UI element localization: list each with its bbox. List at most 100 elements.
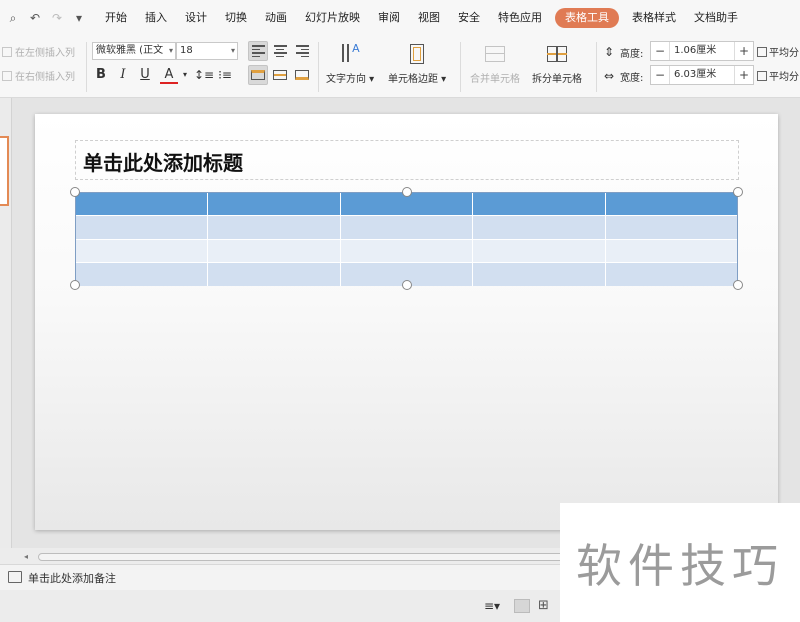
align-right-icon[interactable] bbox=[292, 41, 312, 61]
resize-handle[interactable] bbox=[733, 280, 743, 290]
slide-thumbnail-pane bbox=[0, 98, 12, 548]
notes-toggle-icon[interactable]: ≡▾ bbox=[484, 599, 500, 613]
tab-11[interactable]: 表格样式 bbox=[623, 8, 685, 28]
insert-column-left-icon bbox=[2, 46, 12, 57]
align-left-icon[interactable] bbox=[248, 41, 268, 61]
width-value[interactable]: 6.03厘米 bbox=[669, 66, 735, 84]
align-top-icon[interactable] bbox=[248, 65, 268, 85]
table-cell[interactable] bbox=[606, 216, 737, 239]
ribbon-tabs: 开始 插入 设计 切换 动画 幻灯片放映 审阅 视图 安全 特色应用 表格工具 表格样式 文档助手 bbox=[96, 0, 747, 36]
table-cell[interactable] bbox=[208, 216, 341, 239]
tab-9[interactable]: 特色应用 bbox=[489, 8, 551, 28]
chevron-down-icon[interactable]: ▾ bbox=[176, 66, 194, 84]
text-direction-label: 文字方向 bbox=[326, 74, 366, 85]
align-center-icon[interactable] bbox=[270, 41, 290, 61]
resize-handle[interactable] bbox=[733, 187, 743, 197]
table-cell[interactable] bbox=[76, 216, 209, 239]
column-width-icon: ⇔ bbox=[603, 69, 615, 83]
cell-margin-button[interactable]: 单元格边距 ▾ bbox=[388, 42, 446, 85]
table-cell[interactable] bbox=[473, 193, 606, 215]
distribute-rows-icon bbox=[757, 46, 767, 57]
italic-icon[interactable]: I bbox=[114, 66, 132, 84]
tab-8[interactable]: 安全 bbox=[449, 8, 489, 28]
table-cell[interactable] bbox=[76, 263, 209, 286]
slide-canvas[interactable]: 单击此处添加标题 bbox=[35, 114, 778, 530]
distribute-rows-button[interactable]: 平均分 bbox=[757, 44, 799, 59]
align-bottom-icon[interactable] bbox=[292, 65, 312, 85]
height-label: 高度: bbox=[620, 49, 644, 60]
notes-pane[interactable]: 单击此处添加备注 bbox=[0, 564, 560, 590]
tab-7[interactable]: 视图 bbox=[409, 8, 449, 28]
tab-6[interactable]: 审阅 bbox=[369, 8, 409, 28]
tab-1[interactable]: 插入 bbox=[136, 8, 176, 28]
dropdown-icon[interactable]: ▾ bbox=[72, 11, 86, 25]
bold-icon[interactable]: B bbox=[92, 66, 110, 84]
merge-cells-button[interactable]: 合并单元格 bbox=[470, 42, 520, 85]
align-middle-icon[interactable] bbox=[270, 65, 290, 85]
tab-3[interactable]: 切换 bbox=[216, 8, 256, 28]
chevron-down-icon: ▾ bbox=[230, 46, 235, 55]
resize-handle[interactable] bbox=[70, 280, 80, 290]
insert-left-label: 在左侧插入列 bbox=[15, 48, 75, 59]
table-cell[interactable] bbox=[473, 240, 606, 262]
width-stepper[interactable]: − 6.03厘米 + bbox=[650, 65, 754, 85]
table-cell[interactable] bbox=[208, 193, 341, 215]
status-bar: ≡▾ ⊞ bbox=[0, 590, 560, 622]
distribute-cols-button[interactable]: 平均分 bbox=[757, 68, 799, 83]
table-cell[interactable] bbox=[473, 263, 606, 286]
resize-handle[interactable] bbox=[70, 187, 80, 197]
scroll-left-icon[interactable]: ◂ bbox=[24, 551, 28, 563]
undo-icon[interactable]: ↶ bbox=[28, 11, 42, 25]
resize-handle[interactable] bbox=[402, 280, 412, 290]
table-cell[interactable] bbox=[606, 240, 737, 262]
table-cell[interactable] bbox=[341, 216, 474, 239]
table-cell[interactable] bbox=[606, 193, 737, 215]
insert-left-button[interactable]: 在左侧插入列 bbox=[2, 44, 75, 59]
editing-workspace: 单击此处添加标题 bbox=[0, 98, 800, 548]
table-row bbox=[76, 215, 737, 239]
split-cells-button[interactable]: 拆分单元格 bbox=[532, 42, 582, 85]
print-preview-icon[interactable]: ⌕ bbox=[6, 11, 20, 25]
line-spacing-icon[interactable]: ↕≡ bbox=[194, 66, 214, 84]
text-direction-button[interactable]: A 文字方向 ▾ bbox=[326, 42, 374, 85]
tab-12[interactable]: 文档助手 bbox=[685, 8, 747, 28]
horizontal-scrollbar[interactable]: ◂ bbox=[22, 551, 582, 563]
bullet-list-icon[interactable]: ⁝≡ bbox=[216, 66, 234, 84]
tab-5[interactable]: 幻灯片放映 bbox=[296, 8, 369, 28]
height-stepper[interactable]: − 1.06厘米 + bbox=[650, 41, 754, 61]
table-cell[interactable] bbox=[76, 240, 209, 262]
plus-icon[interactable]: + bbox=[735, 66, 753, 84]
slide-thumbnail[interactable] bbox=[0, 136, 9, 206]
divider bbox=[86, 42, 87, 92]
table-cell[interactable] bbox=[76, 193, 209, 215]
merge-cells-label: 合并单元格 bbox=[470, 74, 520, 85]
underline-icon[interactable]: U bbox=[136, 66, 154, 84]
font-size-select[interactable]: 18 ▾ bbox=[176, 42, 238, 60]
title-placeholder[interactable]: 单击此处添加标题 bbox=[75, 140, 739, 180]
redo-icon[interactable]: ↷ bbox=[50, 11, 64, 25]
tab-4[interactable]: 动画 bbox=[256, 8, 296, 28]
table-cell[interactable] bbox=[341, 240, 474, 262]
split-cells-icon bbox=[545, 42, 569, 66]
ribbon-toolbar: 在左侧插入列 在右侧插入列 微软雅黑 (正文 ▾ 18 ▾ B I U A ▾ … bbox=[0, 36, 800, 98]
slide-table[interactable] bbox=[75, 192, 738, 286]
table-cell[interactable] bbox=[473, 216, 606, 239]
slide-sorter-icon[interactable]: ⊞ bbox=[538, 599, 554, 613]
tab-10[interactable]: 表格工具 bbox=[555, 8, 619, 28]
tab-0[interactable]: 开始 bbox=[96, 8, 136, 28]
table-cell[interactable] bbox=[208, 263, 341, 286]
font-name-select[interactable]: 微软雅黑 (正文 ▾ bbox=[92, 42, 176, 60]
font-name-value: 微软雅黑 (正文 bbox=[96, 45, 164, 56]
minus-icon[interactable]: − bbox=[651, 66, 669, 84]
height-value[interactable]: 1.06厘米 bbox=[669, 42, 735, 60]
tab-2[interactable]: 设计 bbox=[176, 8, 216, 28]
insert-right-button[interactable]: 在右侧插入列 bbox=[2, 68, 75, 83]
scrollbar-thumb[interactable] bbox=[38, 553, 578, 561]
text-direction-icon: A bbox=[338, 42, 362, 66]
minus-icon[interactable]: − bbox=[651, 42, 669, 60]
normal-view-icon[interactable] bbox=[514, 599, 530, 613]
table-cell[interactable] bbox=[208, 240, 341, 262]
table-cell[interactable] bbox=[606, 263, 737, 286]
plus-icon[interactable]: + bbox=[735, 42, 753, 60]
resize-handle[interactable] bbox=[402, 187, 412, 197]
